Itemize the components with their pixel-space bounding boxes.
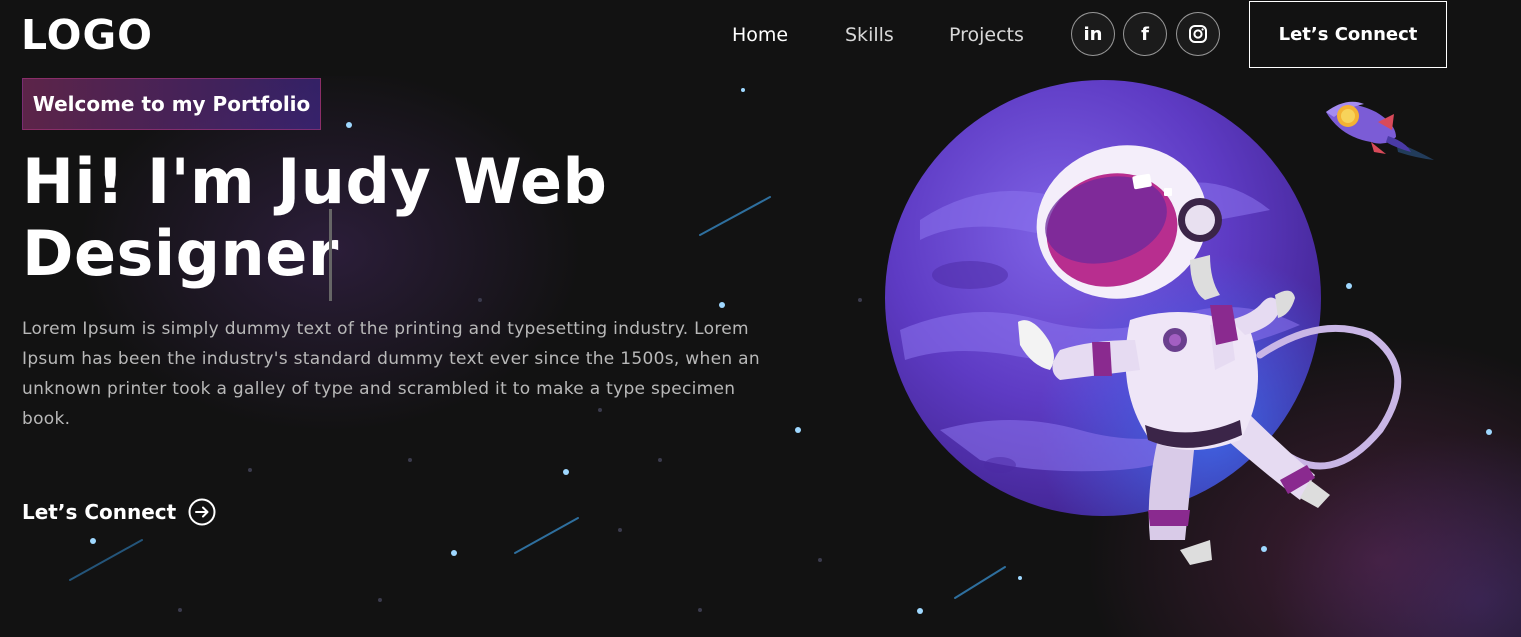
nav-connect-button[interactable]: Let’s Connect [1249,1,1447,68]
hero-connect-label: Let’s Connect [22,500,177,524]
linkedin-icon: in [1083,23,1103,45]
navbar: LOGO Home Skills Projects in f Let’s Con… [0,0,1521,76]
typing-cursor [329,209,332,301]
nav-link-projects[interactable]: Projects [949,22,1024,48]
facebook-icon: f [1141,23,1149,45]
hero-description: Lorem Ipsum is simply dummy text of the … [22,319,760,429]
rocket-illustration [1326,101,1434,160]
nav-link-skills[interactable]: Skills [845,22,894,48]
arrow-right-circle-icon [188,498,216,526]
nav-link-home[interactable]: Home [732,22,788,48]
instagram-icon [1189,25,1207,43]
linkedin-button[interactable]: in [1071,12,1115,56]
tagline-badge: Welcome to my Portfolio [22,78,321,130]
instagram-button[interactable] [1176,12,1220,56]
hero-connect-button[interactable]: Let’s Connect [22,498,216,526]
logo[interactable]: LOGO [21,12,153,58]
hero-headline: Hi! I'm Judy Web Designer [22,145,608,290]
facebook-button[interactable]: f [1123,12,1167,56]
